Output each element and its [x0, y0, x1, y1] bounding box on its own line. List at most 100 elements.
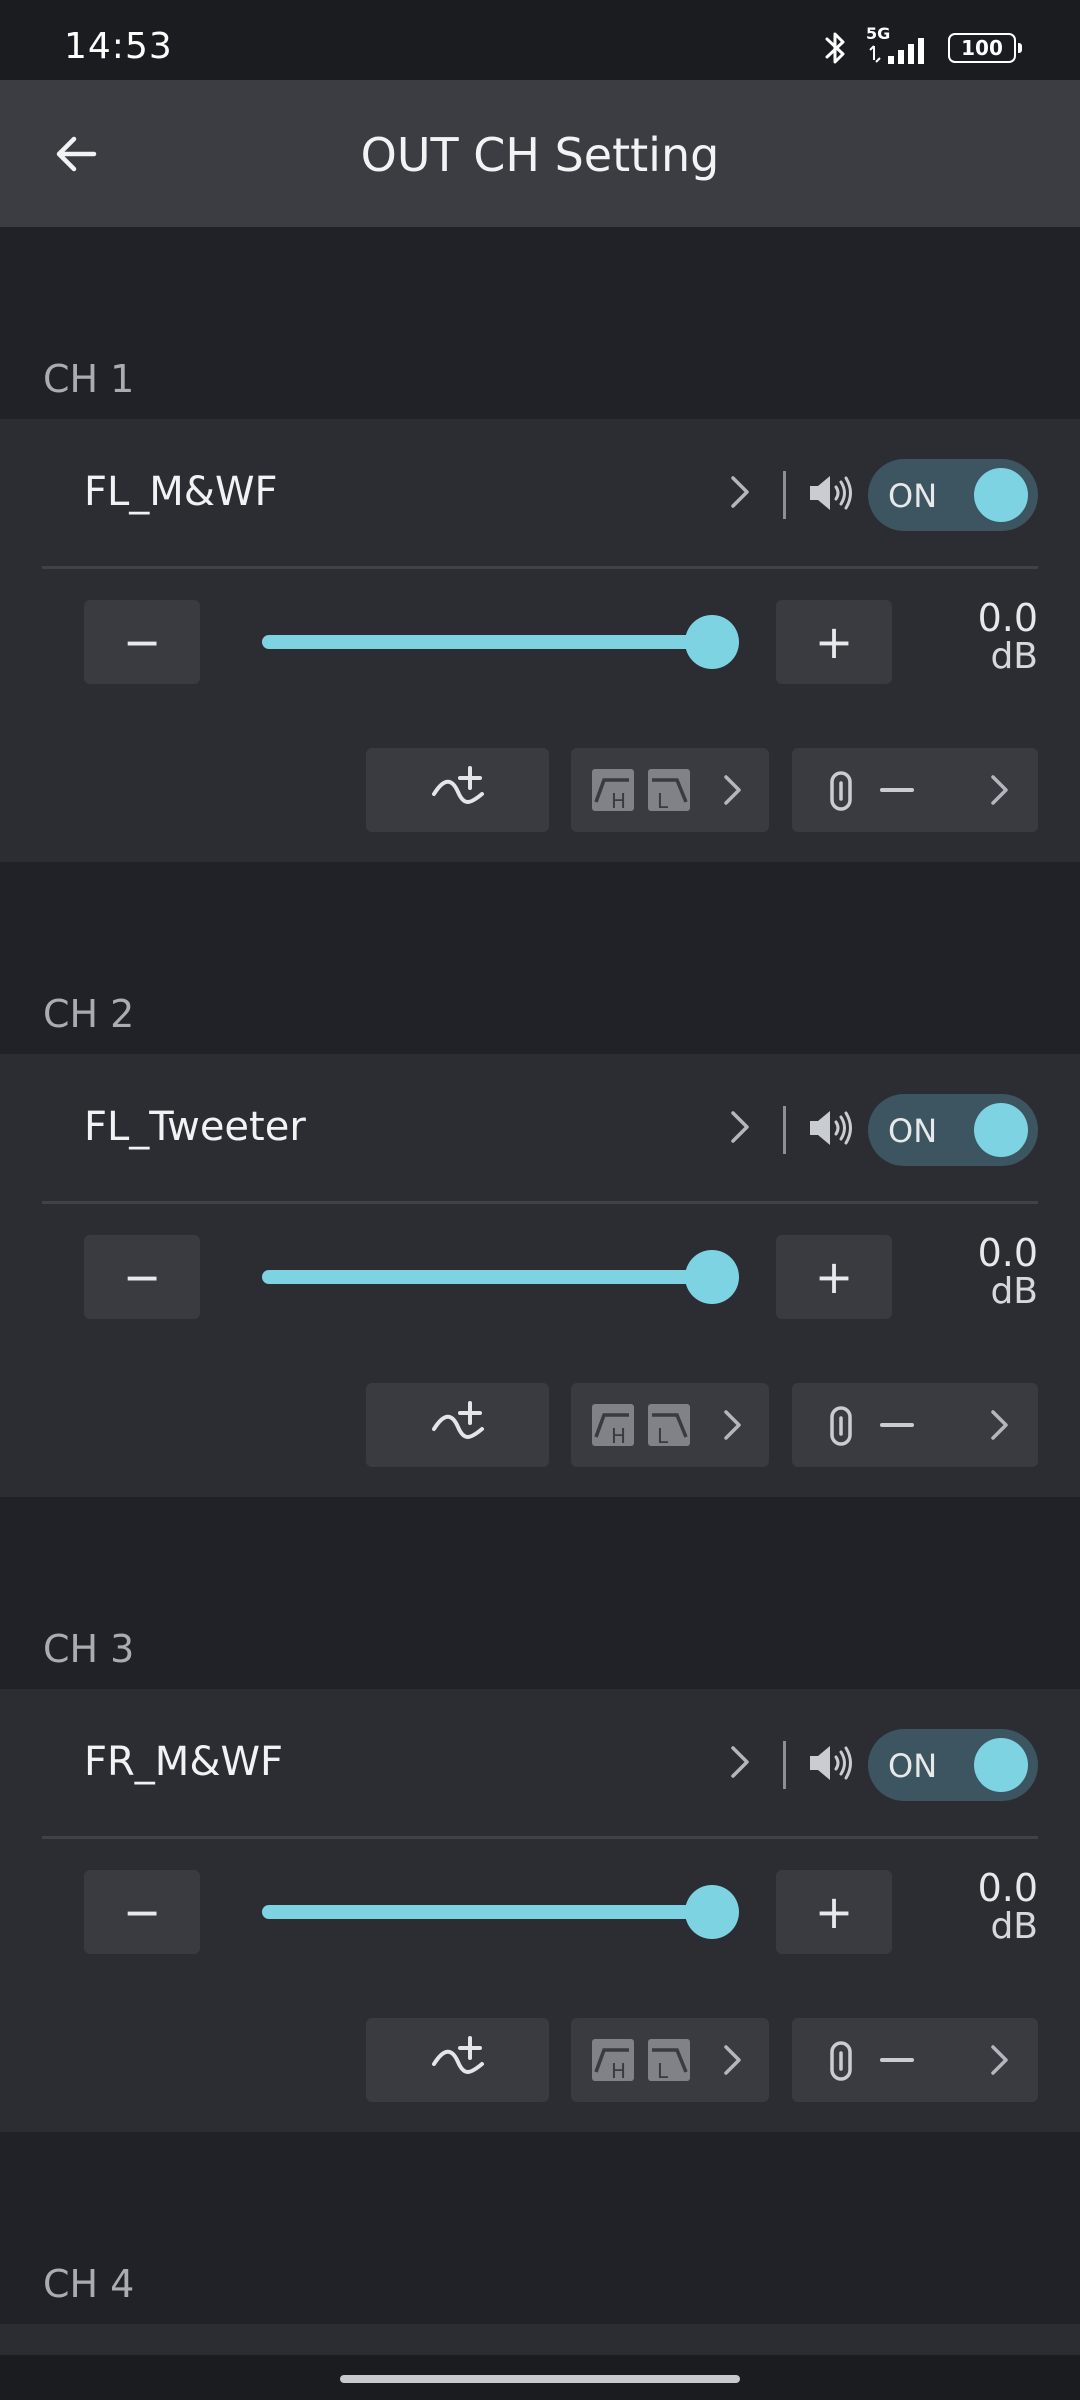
- status-time: 14:53: [64, 26, 173, 67]
- divider: [783, 1106, 786, 1154]
- eq-button[interactable]: [366, 1383, 549, 1467]
- speaker-name: FL_Tweeter: [84, 1104, 306, 1150]
- divider: [42, 1836, 1038, 1839]
- gain-unit: dB: [990, 1271, 1038, 1312]
- channel-label: CH 2: [43, 992, 135, 1036]
- eq-button[interactable]: [366, 748, 549, 832]
- slider-handle[interactable]: [685, 615, 739, 669]
- speaker-volume-icon[interactable]: [806, 1104, 856, 1152]
- low-pass-filter-icon: L: [648, 1404, 690, 1447]
- channel-label: CH 3: [43, 1627, 135, 1671]
- chevron-right-icon: [991, 1410, 1008, 1440]
- app-header: OUT CH Setting: [0, 80, 1080, 227]
- slider-fill: [262, 1270, 712, 1284]
- speaker-volume-icon[interactable]: [806, 1739, 856, 1787]
- channel-card: FR_M&WF ON − + 0.0 dB H L: [0, 1689, 1080, 2132]
- speaker-name: FL_M&WF: [84, 469, 278, 515]
- toggle-label: ON: [888, 1112, 938, 1150]
- chevron-right-icon: [724, 775, 741, 805]
- navigation-bar: [0, 2355, 1080, 2400]
- low-pass-filter-icon: L: [648, 2039, 690, 2082]
- home-indicator[interactable]: [340, 2375, 740, 2383]
- speaker-name: FR_M&WF: [84, 1739, 284, 1785]
- high-pass-filter-icon: H: [592, 1404, 634, 1447]
- channel-link-button[interactable]: [792, 2018, 1038, 2102]
- speaker-volume-icon[interactable]: [806, 469, 856, 517]
- svg-text:L: L: [657, 1424, 669, 1447]
- gain-decrease-button[interactable]: −: [84, 1870, 200, 1954]
- page-title: OUT CH Setting: [360, 128, 720, 182]
- channel-link-button[interactable]: [792, 748, 1038, 832]
- battery-level: 100: [961, 36, 1003, 60]
- eq-button[interactable]: [366, 2018, 549, 2102]
- bluetooth-icon: [825, 32, 845, 64]
- minus-label: −: [122, 1250, 162, 1304]
- chevron-right-icon: [724, 2045, 741, 2075]
- chevron-right-icon: [724, 1410, 741, 1440]
- slider-handle[interactable]: [685, 1885, 739, 1939]
- status-bar: 14:53 5G 100: [0, 0, 1080, 80]
- channel-card: [0, 2324, 1080, 2355]
- toggle-label: ON: [888, 1747, 938, 1785]
- plus-label: +: [814, 1885, 854, 1939]
- link-icon: [830, 771, 852, 811]
- chevron-right-icon: [731, 476, 749, 508]
- channel-toggle[interactable]: ON: [868, 459, 1038, 531]
- dash-icon: [880, 1423, 914, 1427]
- dash-icon: [880, 788, 914, 792]
- gain-slider[interactable]: [262, 1250, 739, 1304]
- high-pass-filter-icon: H: [592, 2039, 634, 2082]
- channel-card: FL_M&WF ON − + 0.0 dB H L: [0, 419, 1080, 862]
- channel-card: FL_Tweeter ON − + 0.0 dB H L: [0, 1054, 1080, 1497]
- gain-unit: dB: [990, 1906, 1038, 1947]
- svg-text:H: H: [611, 1424, 626, 1447]
- gain-decrease-button[interactable]: −: [84, 1235, 200, 1319]
- channel-label: CH 1: [43, 357, 135, 401]
- link-icon: [830, 1406, 852, 1446]
- toggle-knob: [974, 1738, 1028, 1792]
- eq-curve-plus-icon: [432, 2036, 484, 2074]
- channel-link-button[interactable]: [792, 1383, 1038, 1467]
- gain-increase-button[interactable]: +: [776, 600, 892, 684]
- minus-label: −: [122, 615, 162, 669]
- divider: [42, 566, 1038, 569]
- svg-text:L: L: [657, 2059, 669, 2082]
- gain-increase-button[interactable]: +: [776, 1870, 892, 1954]
- crossover-filter-button[interactable]: H L: [571, 2018, 769, 2102]
- slider-handle[interactable]: [685, 1250, 739, 1304]
- toggle-label: ON: [888, 477, 938, 515]
- chevron-right-icon: [731, 1746, 749, 1778]
- svg-text:H: H: [611, 789, 626, 812]
- slider-fill: [262, 635, 712, 649]
- crossover-filter-button[interactable]: H L: [571, 748, 769, 832]
- toggle-knob: [974, 1103, 1028, 1157]
- battery-icon: 100: [948, 33, 1022, 63]
- chevron-right-icon: [991, 2045, 1008, 2075]
- gain-unit: dB: [990, 636, 1038, 677]
- gain-slider[interactable]: [262, 1885, 739, 1939]
- channel-label: CH 4: [43, 2262, 135, 2306]
- chevron-right-icon: [991, 775, 1008, 805]
- status-icons: 5G 100: [818, 24, 1022, 68]
- slider-fill: [262, 1905, 712, 1919]
- plus-label: +: [814, 1250, 854, 1304]
- link-icon: [830, 2041, 852, 2081]
- channel-toggle[interactable]: ON: [868, 1094, 1038, 1166]
- gain-slider[interactable]: [262, 615, 739, 669]
- plus-label: +: [814, 615, 854, 669]
- svg-text:H: H: [611, 2059, 626, 2082]
- low-pass-filter-icon: L: [648, 769, 690, 812]
- crossover-filter-button[interactable]: H L: [571, 1383, 769, 1467]
- eq-curve-plus-icon: [432, 766, 484, 804]
- gain-value: 0.0: [977, 1866, 1038, 1910]
- channel-toggle[interactable]: ON: [868, 1729, 1038, 1801]
- gain-increase-button[interactable]: +: [776, 1235, 892, 1319]
- divider: [783, 471, 786, 519]
- dash-icon: [880, 2058, 914, 2062]
- gain-value: 0.0: [977, 1231, 1038, 1275]
- high-pass-filter-icon: H: [592, 769, 634, 812]
- minus-label: −: [122, 1885, 162, 1939]
- gain-decrease-button[interactable]: −: [84, 600, 200, 684]
- toggle-knob: [974, 468, 1028, 522]
- eq-curve-plus-icon: [432, 1401, 484, 1439]
